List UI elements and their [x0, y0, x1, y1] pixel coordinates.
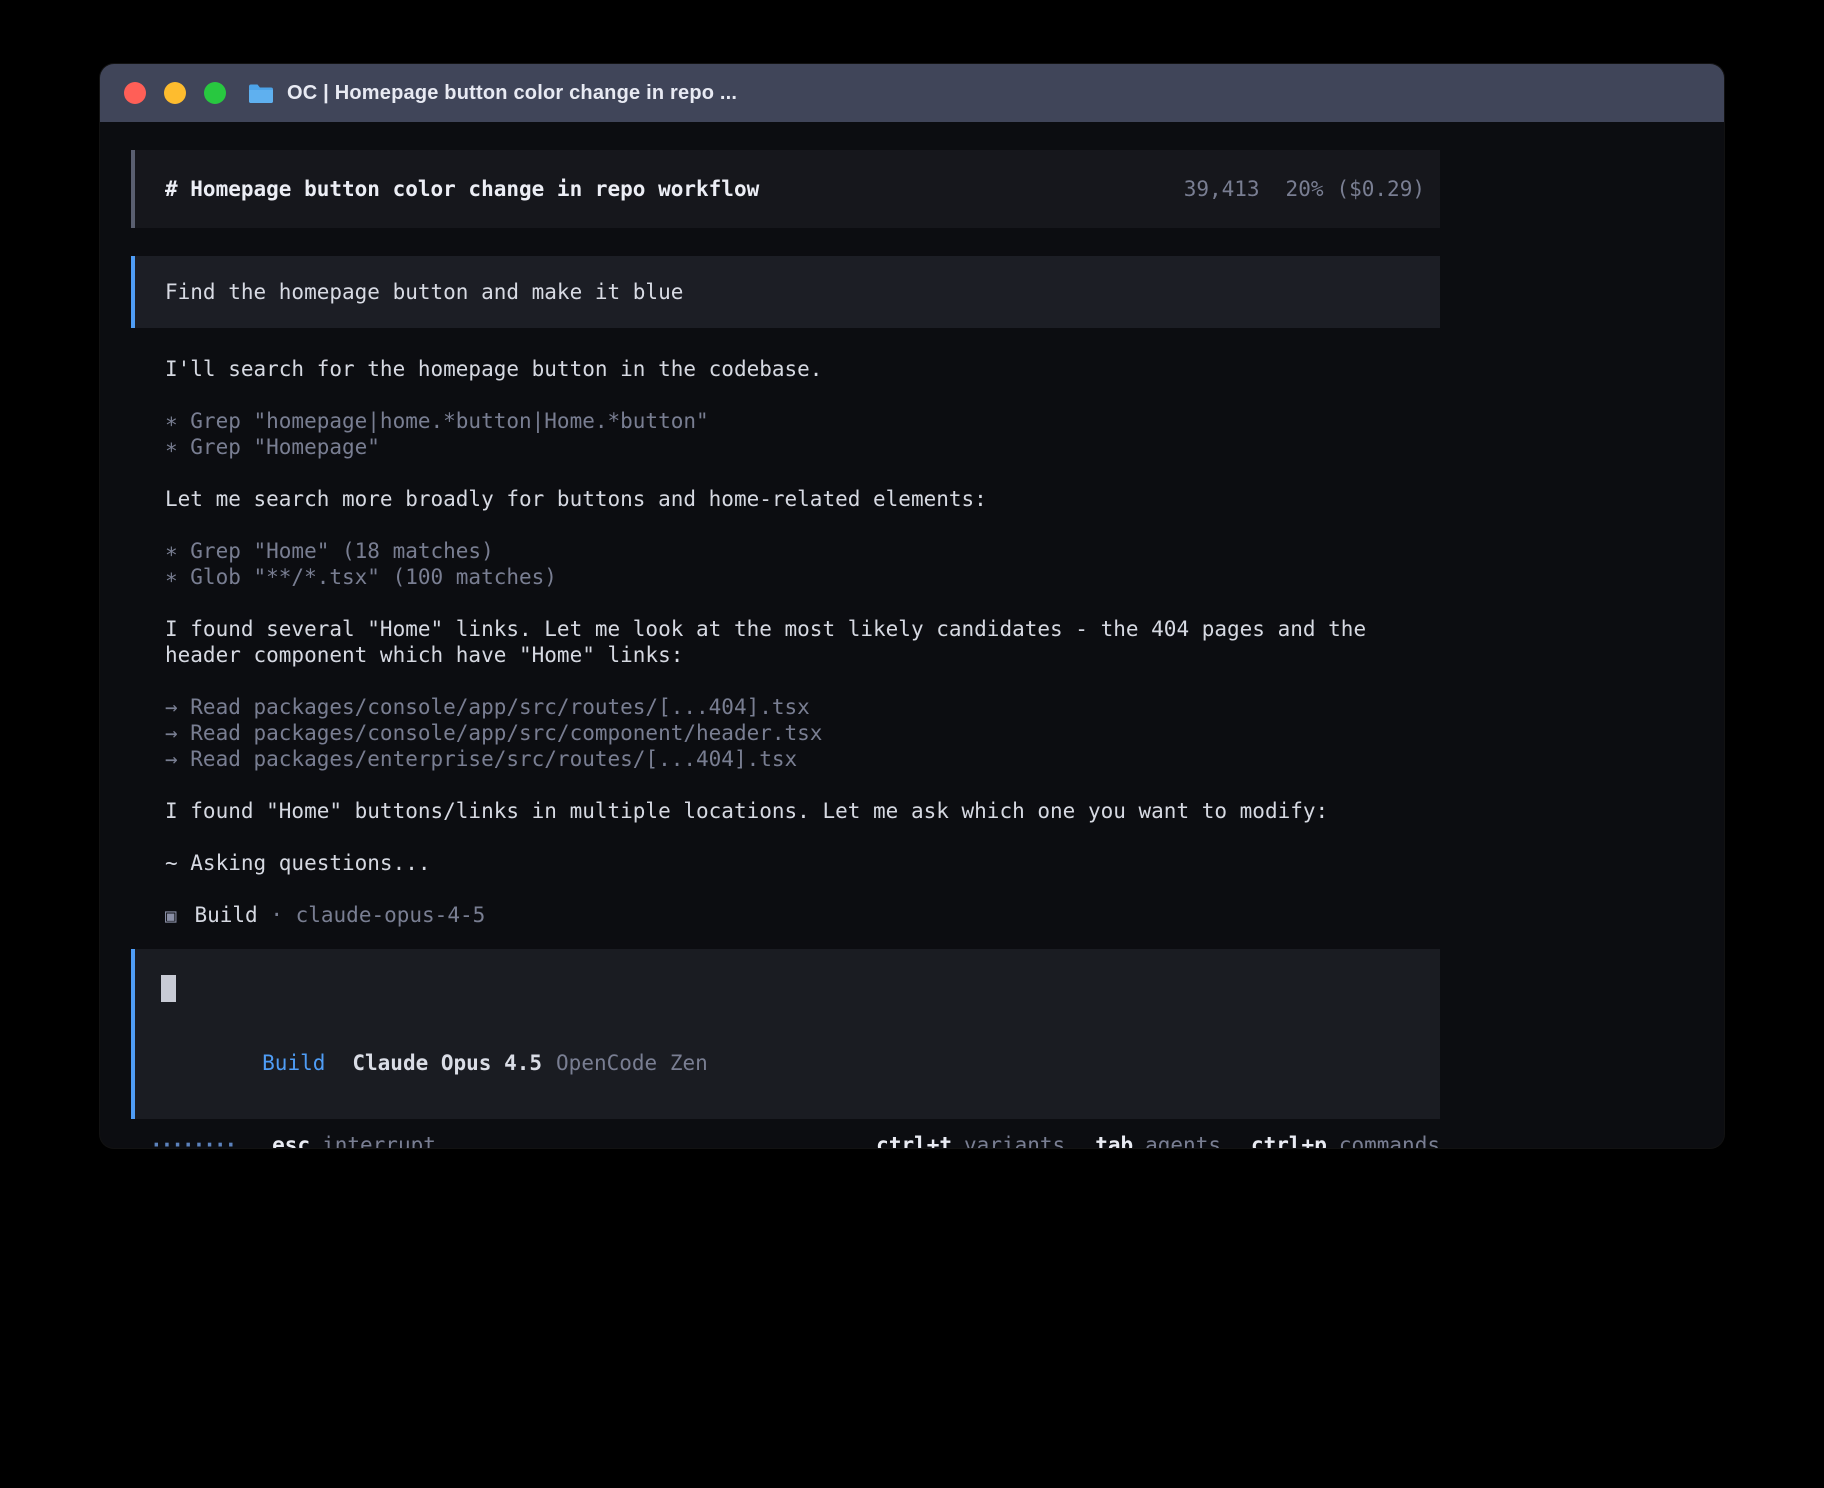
model-label: Claude Opus 4.5: [352, 1051, 542, 1075]
assistant-text-line: I found several "Home" links. Let me loo…: [165, 616, 1437, 668]
hint-key: ctrl+t: [876, 1133, 952, 1148]
provider-label: OpenCode Zen: [556, 1051, 708, 1075]
transcript-gap: [165, 876, 1437, 902]
traffic-lights: [124, 82, 226, 104]
session-title: # Homepage button color change in repo w…: [165, 177, 759, 201]
keyboard-hint-esc: esc interrupt: [272, 1133, 436, 1148]
hint-key: ctrl+p: [1251, 1133, 1327, 1148]
assistant-text-line: ~ Asking questions...: [165, 850, 1437, 876]
status-bar: ········ esc interrupt ctrl+t variants taba…: [131, 1131, 1440, 1148]
text-cursor: [161, 975, 176, 1002]
context-percentage: 20%: [1286, 177, 1324, 201]
transcript-gap: [165, 590, 1437, 616]
agent-mode-label: Build: [262, 1051, 325, 1075]
left-hints: esc interrupt: [272, 1133, 436, 1148]
session-cost: ($0.29): [1336, 177, 1425, 201]
transcript-gap: [165, 460, 1437, 486]
terminal-window: OC | Homepage button color change in rep…: [100, 64, 1724, 1148]
agent-name: Build: [194, 903, 257, 927]
conversation-transcript: I'll search for the homepage button in t…: [165, 356, 1437, 929]
tool-call-line: → Read packages/console/app/src/routes/[…: [165, 694, 1437, 720]
window-title: OC | Homepage button color change in rep…: [287, 82, 737, 105]
input-meta-row: Build Claude Opus 4.5 OpenCode Zen: [161, 1027, 1412, 1099]
user-message-panel: Find the homepage button and make it blu…: [131, 256, 1440, 328]
right-hints: ctrl+t variants tab agents ctrl+p commands: [876, 1133, 1440, 1148]
hint-label: interrupt: [322, 1133, 436, 1148]
minimize-button[interactable]: [164, 82, 186, 104]
hint-label: commands: [1339, 1133, 1440, 1148]
transcript-gap: [165, 512, 1437, 538]
status-left: ········ esc interrupt: [150, 1133, 436, 1148]
keyboard-hint-ctrl-p: ctrl+p commands: [1251, 1133, 1440, 1148]
hint-label: variants: [964, 1133, 1065, 1148]
assistant-text-line: Let me search more broadly for buttons a…: [165, 486, 1437, 512]
user-message-text: Find the homepage button and make it blu…: [165, 280, 683, 304]
transcript-gap: [165, 824, 1437, 850]
tool-call-line: ∗ Grep "Homepage": [165, 434, 1437, 460]
session-stats: 39,413 20% ($0.29): [1184, 177, 1425, 201]
agent-status-line: ▣ Build · claude-opus-4-5: [165, 902, 1437, 929]
hint-key: esc: [272, 1133, 310, 1148]
close-button[interactable]: [124, 82, 146, 104]
terminal-content: # Homepage button color change in repo w…: [100, 122, 1440, 1148]
token-count: 39,413: [1184, 177, 1260, 201]
tool-call-line: → Read packages/console/app/src/componen…: [165, 720, 1437, 746]
agent-separator: ·: [258, 903, 296, 927]
hint-key: tab: [1095, 1133, 1133, 1148]
prompt-input[interactable]: Build Claude Opus 4.5 OpenCode Zen: [131, 949, 1440, 1119]
hint-label: agents: [1145, 1133, 1221, 1148]
keyboard-hint-ctrl-t: ctrl+t variants: [876, 1133, 1065, 1148]
progress-spinner: ········: [150, 1133, 235, 1148]
assistant-text-line: I found "Home" buttons/links in multiple…: [165, 798, 1437, 824]
tool-call-line: ∗ Grep "homepage|home.*button|Home.*butt…: [165, 408, 1437, 434]
zoom-button[interactable]: [204, 82, 226, 104]
tool-call-line: ∗ Grep "Home" (18 matches): [165, 538, 1437, 564]
tool-call-line: → Read packages/enterprise/src/routes/[.…: [165, 746, 1437, 772]
window-titlebar[interactable]: OC | Homepage button color change in rep…: [100, 64, 1724, 122]
tool-call-line: ∗ Glob "**/*.tsx" (100 matches): [165, 564, 1437, 590]
agent-icon: ▣: [165, 905, 176, 927]
transcript-gap: [165, 668, 1437, 694]
keyboard-hint-tab: tab agents: [1095, 1133, 1221, 1148]
folder-icon: [248, 83, 274, 104]
agent-model-name: claude-opus-4-5: [296, 903, 486, 927]
transcript-gap: [165, 382, 1437, 408]
session-header: # Homepage button color change in repo w…: [131, 150, 1440, 228]
transcript-gap: [165, 772, 1437, 798]
assistant-text-line: I'll search for the homepage button in t…: [165, 356, 1437, 382]
